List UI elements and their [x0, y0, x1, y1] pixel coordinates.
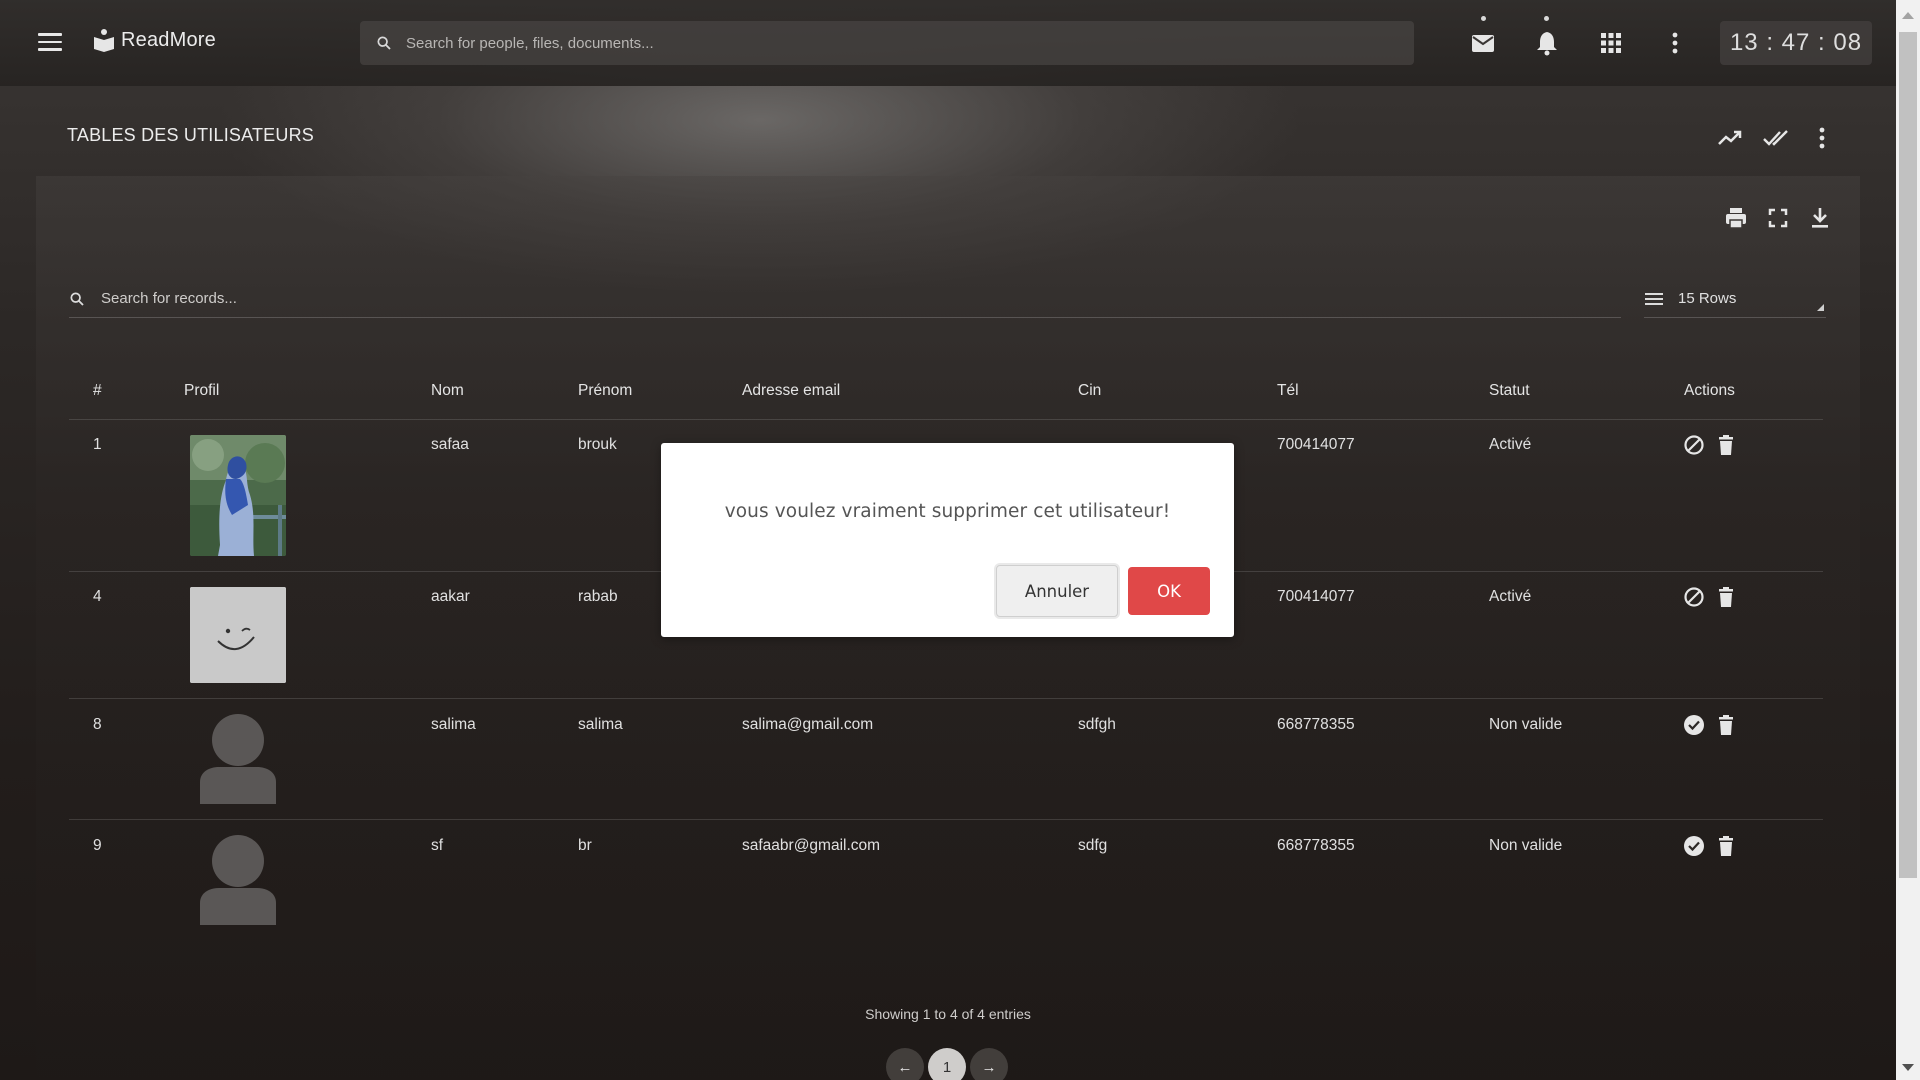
records-search-icon [70, 291, 84, 306]
scroll-up-arrow-icon[interactable] [1902, 12, 1914, 19]
more-vertical-icon[interactable] [1662, 30, 1688, 56]
print-icon[interactable] [1724, 206, 1748, 230]
page-more-vertical-icon[interactable] [1808, 124, 1836, 152]
cell-tel: 700414077 [1277, 436, 1355, 453]
scrollbar-thumb[interactable] [1899, 32, 1917, 878]
cell-cin: sdfgh [1078, 716, 1116, 733]
block-icon[interactable] [1683, 434, 1705, 456]
dialog-message: vous voulez vraiment supprimer cet utili… [724, 501, 1171, 522]
records-search-input[interactable] [101, 290, 1501, 307]
entries-summary: Showing 1 to 4 of 4 entries [865, 1006, 1031, 1022]
brand[interactable]: ReadMore [93, 28, 216, 52]
records-search[interactable] [69, 280, 1621, 318]
scroll-down-arrow-icon[interactable] [1902, 1064, 1914, 1071]
select-caret-icon [1817, 304, 1824, 311]
fullscreen-icon[interactable] [1766, 206, 1790, 230]
cell-prenom: salima [578, 716, 623, 733]
cell-number: 8 [93, 716, 102, 733]
check-circle-icon[interactable] [1683, 714, 1705, 736]
cell-statut: Activé [1489, 436, 1532, 453]
search-icon [377, 36, 391, 50]
cell-email: safaabr@gmail.com [742, 837, 881, 854]
cell-nom: salima [431, 716, 476, 733]
col-header-cin: Cin [1078, 382, 1102, 399]
cell-nom: sf [431, 837, 444, 854]
mail-icon[interactable] [1470, 30, 1496, 56]
cell-cin: sdfg [1078, 837, 1108, 854]
global-search[interactable] [360, 21, 1414, 65]
cell-number: 4 [93, 588, 102, 605]
done-all-icon[interactable] [1762, 124, 1790, 152]
cell-number: 1 [93, 436, 102, 453]
page-title: TABLES DES UTILISATEURS [67, 125, 314, 145]
avatar-smiley [190, 587, 286, 683]
book-logo-icon [94, 29, 114, 52]
brand-name: ReadMore [121, 28, 216, 51]
cell-tel: 668778355 [1277, 716, 1355, 733]
bell-icon[interactable] [1534, 30, 1560, 56]
cell-statut: Non valide [1489, 716, 1563, 733]
header-divider [69, 419, 1823, 420]
global-search-input[interactable] [406, 34, 1306, 52]
download-icon[interactable] [1808, 206, 1832, 230]
col-header-actions: Actions [1684, 382, 1735, 399]
mail-notification-dot [1481, 16, 1486, 21]
delete-icon[interactable] [1715, 714, 1737, 736]
delete-icon[interactable] [1715, 434, 1737, 456]
avatar-photo [190, 435, 286, 556]
page-button-current[interactable]: 1 [928, 1048, 966, 1080]
top-bar: ReadMore 13 : 47 : 08 [0, 0, 1896, 86]
cell-email: salima@gmail.com [742, 716, 874, 733]
col-header-profil: Profil [184, 382, 220, 399]
default-avatar-icon [200, 714, 276, 804]
col-header-statut: Statut [1489, 382, 1530, 399]
col-header-nom: Nom [431, 382, 464, 399]
cell-prenom: rabab [578, 588, 618, 605]
pagination: ← 1 → [886, 1048, 1008, 1080]
bell-notification-dot [1544, 16, 1549, 21]
delete-icon[interactable] [1715, 586, 1737, 608]
ok-button[interactable]: OK [1128, 567, 1210, 615]
trending-up-icon[interactable] [1716, 124, 1744, 152]
confirm-delete-dialog: vous voulez vraiment supprimer cet utili… [661, 443, 1234, 637]
col-header-email: Adresse email [742, 382, 841, 399]
col-header-prenom: Prénom [578, 382, 633, 399]
cell-prenom: br [578, 837, 592, 854]
next-page-button[interactable]: → [970, 1048, 1008, 1080]
delete-icon[interactable] [1715, 835, 1737, 857]
prev-page-button[interactable]: ← [886, 1048, 924, 1080]
menu-icon[interactable] [38, 33, 62, 53]
block-icon[interactable] [1683, 586, 1705, 608]
col-header-number: # [93, 382, 102, 399]
row-divider [69, 819, 1823, 820]
list-icon [1645, 292, 1663, 305]
cell-nom: safaa [431, 436, 469, 453]
check-circle-icon[interactable] [1683, 835, 1705, 857]
rows-per-page-label: 15 Rows [1678, 290, 1737, 307]
cell-prenom: brouk [578, 436, 617, 453]
rows-per-page-select[interactable]: 15 Rows [1644, 280, 1826, 318]
cancel-button[interactable]: Annuler [996, 565, 1118, 617]
default-avatar-icon [200, 835, 276, 925]
clock: 13 : 47 : 08 [1720, 21, 1872, 65]
col-header-tel: Tél [1277, 382, 1299, 399]
cell-tel: 700414077 [1277, 588, 1355, 605]
cell-number: 9 [93, 837, 102, 854]
cell-statut: Non valide [1489, 837, 1563, 854]
cell-nom: aakar [431, 588, 470, 605]
cell-statut: Activé [1489, 588, 1532, 605]
row-divider [69, 698, 1823, 699]
apps-grid-icon[interactable] [1598, 30, 1624, 56]
cell-tel: 668778355 [1277, 837, 1355, 854]
